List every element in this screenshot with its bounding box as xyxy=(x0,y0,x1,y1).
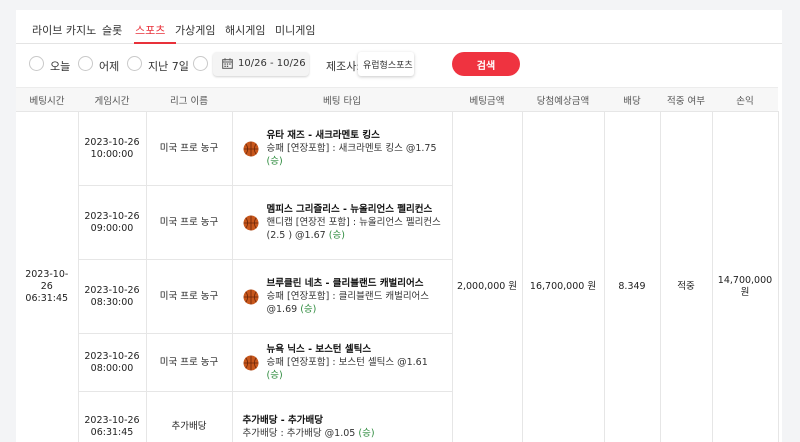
basketball-icon xyxy=(243,355,258,370)
table-header-row: 베팅시간 게임시간 리그 이름 베팅 타입 베팅금액 당첨예상금액 배당 적중 … xyxy=(16,87,778,112)
radio-custom-range[interactable] xyxy=(193,56,208,71)
league-cell: 미국 프로 농구 xyxy=(145,333,233,392)
game-time-cell: 2023-10-26 10:00:00 xyxy=(77,111,147,186)
filter-bar: 오늘 어제 지난 7일 10/26 - 10/26 제조사: 검색 xyxy=(16,45,782,87)
tab-hash-game[interactable]: 해시게임 xyxy=(225,22,265,38)
game-time-cell: 2023-10-26 08:00:00 xyxy=(78,333,147,392)
radio-last-7-days[interactable] xyxy=(127,56,142,71)
header-game-time[interactable]: 게임시간 xyxy=(78,87,146,112)
tab-mini-game[interactable]: 미니게임 xyxy=(275,22,315,38)
bet-pick-text: 승패 [연장포함] : 클리블랜드 캐벌리어스 @1.69 xyxy=(266,291,430,315)
date-range-text: 10/26 - 10/26 xyxy=(238,58,306,69)
match-title: 뉴욕 닉스 - 보스턴 셀틱스 xyxy=(266,344,372,355)
bet-result: (승) xyxy=(358,427,375,439)
bet-pick-text: 승패 [연장포함] : 새크라멘토 킹스 @1.75 xyxy=(266,143,437,154)
bet-type-cell: 브루클린 네츠 - 클리블랜드 캐벌리어스 승패 [연장포함] : 클리블랜드 캐… xyxy=(231,259,453,334)
active-tab-indicator xyxy=(134,42,176,44)
table-body: 2023-10-26 06:31:45 2023-10-26 10:00:00 미국… xyxy=(16,111,779,442)
header-bet-type[interactable]: 베팅 타입 xyxy=(232,87,452,112)
maker-label: 제조사: xyxy=(326,60,361,73)
league-cell: 미국 프로 농구 xyxy=(145,259,233,334)
category-tabs: 라이브 카지노 슬롯 스포츠 가상게임 해시게임 미니게임 xyxy=(16,10,782,44)
basketball-icon xyxy=(243,141,258,156)
bet-pick: 추가배당 : 추가배당 @1.05 (승) xyxy=(243,427,375,440)
bet-pick-text: 승패 [연장포함] : 보스턴 셀틱스 @1.61 xyxy=(266,357,428,368)
bet-pick: 승패 [연장포함] : 클리블랜드 캐벌리어스 @1.69 (승) xyxy=(267,290,446,316)
radio-yesterday[interactable] xyxy=(78,56,93,71)
league-cell: 미국 프로 농구 xyxy=(145,111,233,186)
bet-type-cell: 유타 재즈 - 새크라멘토 킹스 승패 [연장포함] : 새크라멘토 킹스 @1.… xyxy=(231,111,453,186)
match-title: 브루클린 네츠 - 클리블랜드 캐벌리어스 xyxy=(266,278,424,289)
profit-cell: 14,700,000 원 xyxy=(711,111,779,442)
header-bet-time[interactable]: 베팅시간 xyxy=(16,87,78,112)
tab-virtual-game[interactable]: 가상게임 xyxy=(175,22,215,38)
bet-pick-text: 추가배당 : 추가배당 @1.05 xyxy=(242,427,356,439)
basketball-icon xyxy=(243,289,258,304)
bet-type-cell: 뉴욕 닉스 - 보스턴 셀틱스 승패 [연장포함] : 보스턴 셀틱스 @1.61… xyxy=(231,333,453,392)
header-bet-amount[interactable]: 베팅금액 xyxy=(452,87,522,112)
bet-result: (승) xyxy=(266,156,283,167)
match-title: 추가배당 - 추가배당 xyxy=(242,414,323,426)
expected-win-cell: 16,700,000 원 xyxy=(521,111,605,442)
bet-pick: 승패 [연장포함] : 새크라멘토 킹스 @1.75 (승) xyxy=(267,142,446,168)
date-range-picker[interactable]: 10/26 - 10/26 xyxy=(213,52,309,76)
bet-type-cell: 추가배당 - 추가배당 추가배당 : 추가배당 @1.05 (승) xyxy=(231,391,453,442)
basketball-icon xyxy=(243,215,258,230)
radio-today-label[interactable]: 오늘 xyxy=(50,58,70,74)
bet-history-table: 베팅시간 게임시간 리그 이름 베팅 타입 베팅금액 당첨예상금액 배당 적중 … xyxy=(16,87,779,442)
header-odds[interactable]: 배당 xyxy=(604,87,660,112)
bet-pick-text: 핸디캡 [연장전 포함] : 뉴올리언스 펠리컨스 (2.5 ) @1.67 xyxy=(266,217,441,241)
bet-history-panel: 라이브 카지노 슬롯 스포츠 가상게임 해시게임 미니게임 오늘 어제 지난 7… xyxy=(16,10,782,442)
bet-result: (승) xyxy=(266,370,283,381)
game-time-cell: 2023-10-26 09:00:00 xyxy=(78,185,147,260)
game-time-cell: 2023-10-26 08:30:00 xyxy=(78,259,147,334)
tab-slot[interactable]: 슬롯 xyxy=(102,22,122,38)
game-time-cell: 2023-10-26 06:31:45 xyxy=(78,391,147,442)
hit-status-cell: 적중 xyxy=(659,111,713,442)
radio-today[interactable] xyxy=(29,56,44,71)
bet-type-cell: 멤피스 그리즐리스 - 뉴올리언스 펠리컨스 핸디캡 [연장전 포함] : 뉴올리… xyxy=(231,185,453,260)
bet-pick: 핸디캡 [연장전 포함] : 뉴올리언스 펠리컨스 (2.5 ) @1.67 (… xyxy=(267,216,446,242)
bet-time-cell: 2023-10-26 06:31:45 xyxy=(16,111,79,442)
radio-last-7-days-label[interactable]: 지난 7일 xyxy=(148,58,189,74)
match-title: 유타 재즈 - 새크라멘토 킹스 xyxy=(266,130,380,141)
bet-result: (승) xyxy=(300,304,317,315)
odds-cell: 8.349 xyxy=(603,111,661,442)
header-expected-win[interactable]: 당첨예상금액 xyxy=(522,87,604,112)
calendar-icon xyxy=(222,58,233,69)
match-title: 멤피스 그리즐리스 - 뉴올리언스 펠리컨스 xyxy=(266,204,433,215)
header-hit-status[interactable]: 적중 여부 xyxy=(660,87,712,112)
bet-pick: 승패 [연장포함] : 보스턴 셀틱스 @1.61 (승) xyxy=(267,356,446,382)
tab-sports[interactable]: 스포츠 xyxy=(135,22,165,38)
league-cell: 추가배당 xyxy=(145,391,233,442)
tab-live-casino[interactable]: 라이브 카지노 xyxy=(32,22,96,38)
bet-amount-cell: 2,000,000 원 xyxy=(451,111,523,442)
header-league[interactable]: 리그 이름 xyxy=(146,87,232,112)
bet-result: (승) xyxy=(328,230,345,241)
league-cell: 미국 프로 농구 xyxy=(145,185,233,260)
header-profit[interactable]: 손익 xyxy=(712,87,778,112)
table-row: 2023-10-26 06:31:45 2023-10-26 10:00:00 미국… xyxy=(16,111,779,442)
maker-select[interactable] xyxy=(358,52,414,76)
radio-yesterday-label[interactable]: 어제 xyxy=(99,58,119,74)
search-button[interactable]: 검색 xyxy=(452,52,520,76)
